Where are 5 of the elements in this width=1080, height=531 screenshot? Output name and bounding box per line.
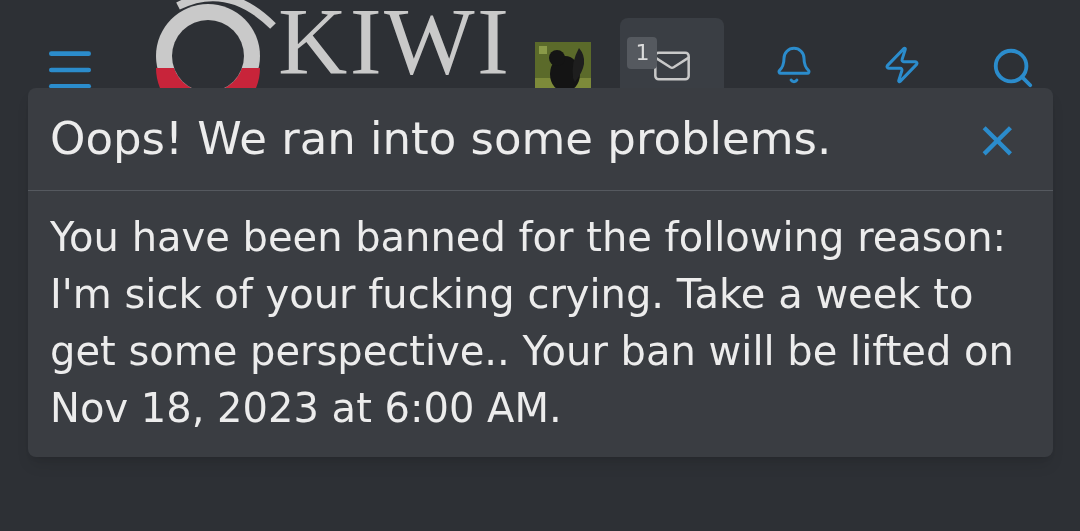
dialog-title: Oops! We ran into some problems.: [50, 111, 832, 168]
unread-count: 1: [627, 37, 658, 69]
ban-message: You have been banned for the following reason: I'm sick of your fucking crying. Take a week to get some perspective.. Your ban will be lifted on Nov 18, 2023 at 6:00 AM.: [49, 213, 1015, 433]
close-button[interactable]: ×: [975, 113, 1019, 165]
logo-text: KIWI: [278, 0, 512, 90]
